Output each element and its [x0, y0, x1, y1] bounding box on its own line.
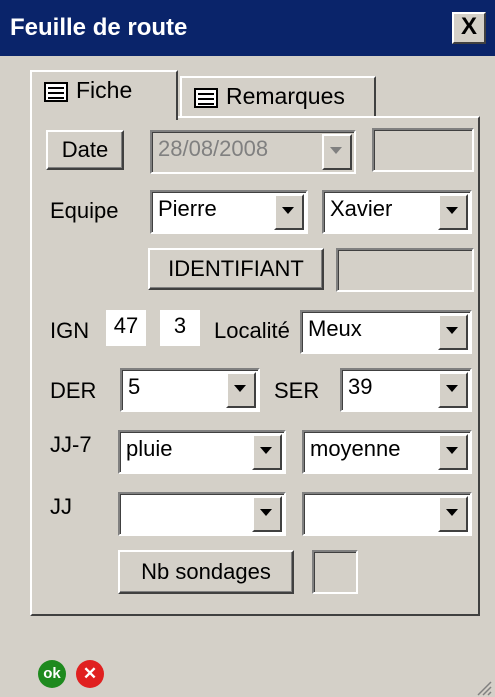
der-label: DER	[50, 378, 97, 403]
tab-fiche-label: Fiche	[76, 77, 133, 103]
der-select[interactable]: 5	[120, 368, 260, 412]
equipe-member1-value: Pierre	[158, 196, 217, 221]
jj7-label: JJ-7	[50, 432, 92, 457]
date-select: 28/08/2008	[150, 130, 356, 174]
chevron-down-icon[interactable]	[438, 372, 468, 408]
date-extra-field	[372, 128, 474, 172]
ign-value2[interactable]: 3	[160, 310, 200, 346]
chevron-down-icon[interactable]	[438, 496, 468, 532]
date-value: 28/08/2008	[158, 136, 269, 161]
chevron-down-icon[interactable]	[438, 314, 468, 350]
chevron-down-icon[interactable]	[252, 496, 282, 532]
localite-label: Localité	[214, 318, 290, 343]
localite-select[interactable]: Meux	[300, 310, 472, 354]
nb-sondages-button[interactable]: Nb sondages	[118, 550, 294, 594]
localite-value: Meux	[308, 316, 362, 341]
chevron-down-icon[interactable]	[438, 194, 468, 230]
jj7-intensity-value: moyenne	[310, 436, 401, 461]
ok-icon[interactable]: ok	[38, 660, 66, 688]
cancel-icon[interactable]: ✕	[76, 660, 104, 688]
tab-remarques[interactable]: Remarques	[180, 76, 376, 118]
ser-label: SER	[274, 378, 320, 403]
window-title: Feuille de route	[10, 14, 188, 41]
jj7-weather-value: pluie	[126, 436, 173, 461]
jj7-weather-select[interactable]: pluie	[118, 430, 286, 474]
date-button[interactable]: Date	[46, 130, 124, 170]
resize-grip-icon[interactable]	[474, 678, 492, 696]
nb-sondages-field	[312, 550, 358, 594]
chevron-down-icon[interactable]	[226, 372, 256, 408]
jj-label: JJ	[50, 494, 72, 519]
ser-select[interactable]: 39	[340, 368, 472, 412]
chevron-down-icon[interactable]	[438, 434, 468, 470]
identifiant-button[interactable]: IDENTIFIANT	[148, 248, 324, 290]
tab-fiche[interactable]: Fiche	[30, 70, 178, 120]
equipe-member2-select[interactable]: Xavier	[322, 190, 472, 234]
tab-remarques-label: Remarques	[226, 83, 345, 109]
ign-label: IGN	[50, 318, 90, 343]
close-button[interactable]: X	[452, 12, 486, 44]
der-value: 5	[128, 374, 141, 399]
jj7-intensity-select[interactable]: moyenne	[302, 430, 472, 474]
equipe-label: Equipe	[50, 198, 119, 223]
identifiant-field	[336, 248, 474, 292]
form-icon	[44, 81, 68, 102]
ign-value1[interactable]: 47	[106, 310, 146, 346]
ser-value: 39	[348, 374, 373, 399]
equipe-member2-value: Xavier	[330, 196, 393, 221]
jj-intensity-select[interactable]	[302, 492, 472, 536]
chevron-down-icon[interactable]	[274, 194, 304, 230]
chevron-down-icon[interactable]	[252, 434, 282, 470]
chevron-down-icon	[322, 134, 352, 170]
jj-weather-select[interactable]	[118, 492, 286, 536]
equipe-member1-select[interactable]: Pierre	[150, 190, 308, 234]
form-icon	[194, 87, 218, 108]
